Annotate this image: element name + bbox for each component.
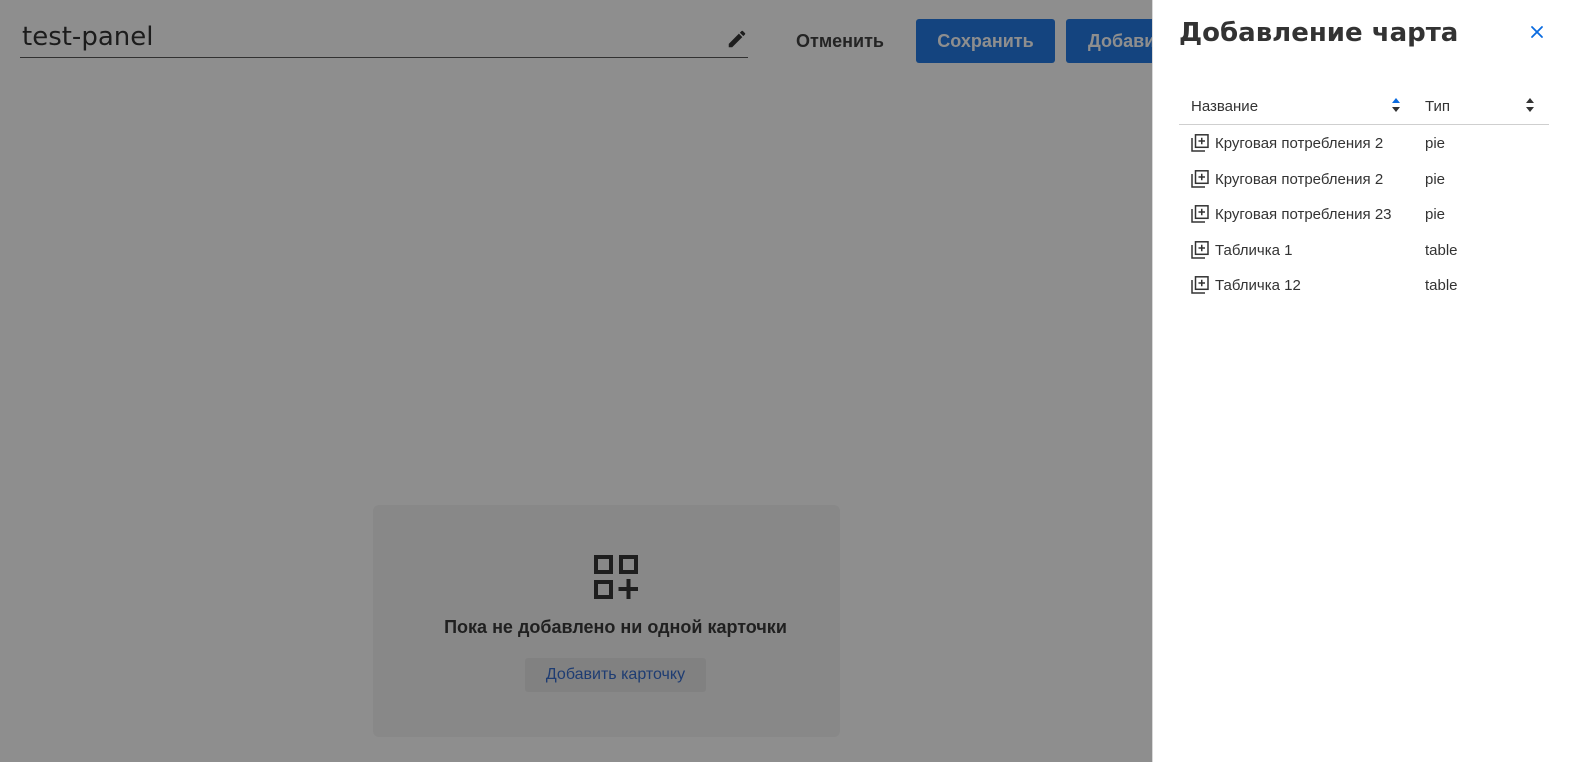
table-row[interactable]: Табличка 1 table [1179, 232, 1549, 268]
table-header: Название Тип [1179, 88, 1549, 125]
table-row[interactable]: Круговая потребления 2 pie [1179, 125, 1549, 161]
table-row[interactable]: Табличка 12 table [1179, 267, 1549, 303]
chart-name: Круговая потребления 23 [1215, 206, 1392, 223]
sort-icon[interactable] [1391, 97, 1401, 113]
library-add-icon[interactable] [1191, 240, 1209, 259]
library-add-icon[interactable] [1191, 134, 1209, 152]
chart-type: pie [1425, 206, 1446, 223]
chart-type: table [1425, 277, 1458, 294]
drawer-title: Добавление чарта [1179, 18, 1459, 48]
column-header-type[interactable]: Тип [1425, 98, 1450, 115]
chart-name: Табличка 12 [1215, 277, 1301, 294]
column-header-name[interactable]: Название [1191, 98, 1258, 115]
close-icon[interactable] [1526, 21, 1548, 43]
sort-icon[interactable] [1525, 97, 1535, 113]
chart-name: Табличка 1 [1215, 241, 1293, 259]
chart-type: pie [1425, 170, 1446, 188]
chart-name: Круговая потребления 2 [1215, 135, 1384, 152]
chart-type: table [1425, 241, 1458, 259]
app: test-panel Отменить Сохранить Добави Пок… [0, 0, 1592, 762]
add-chart-drawer: Добавление чарта Название Тип Круговая п… [1152, 0, 1592, 762]
library-add-icon[interactable] [1191, 276, 1209, 294]
chart-name: Круговая потребления 2 [1215, 170, 1384, 188]
library-add-icon[interactable] [1191, 205, 1209, 223]
library-add-icon[interactable] [1191, 169, 1209, 188]
charts-table: Название Тип Круговая потребления 2 pie … [1179, 88, 1549, 303]
chart-type: pie [1425, 135, 1446, 152]
table-row[interactable]: Круговая потребления 23 pie [1179, 196, 1549, 232]
table-row[interactable]: Круговая потребления 2 pie [1179, 161, 1549, 197]
